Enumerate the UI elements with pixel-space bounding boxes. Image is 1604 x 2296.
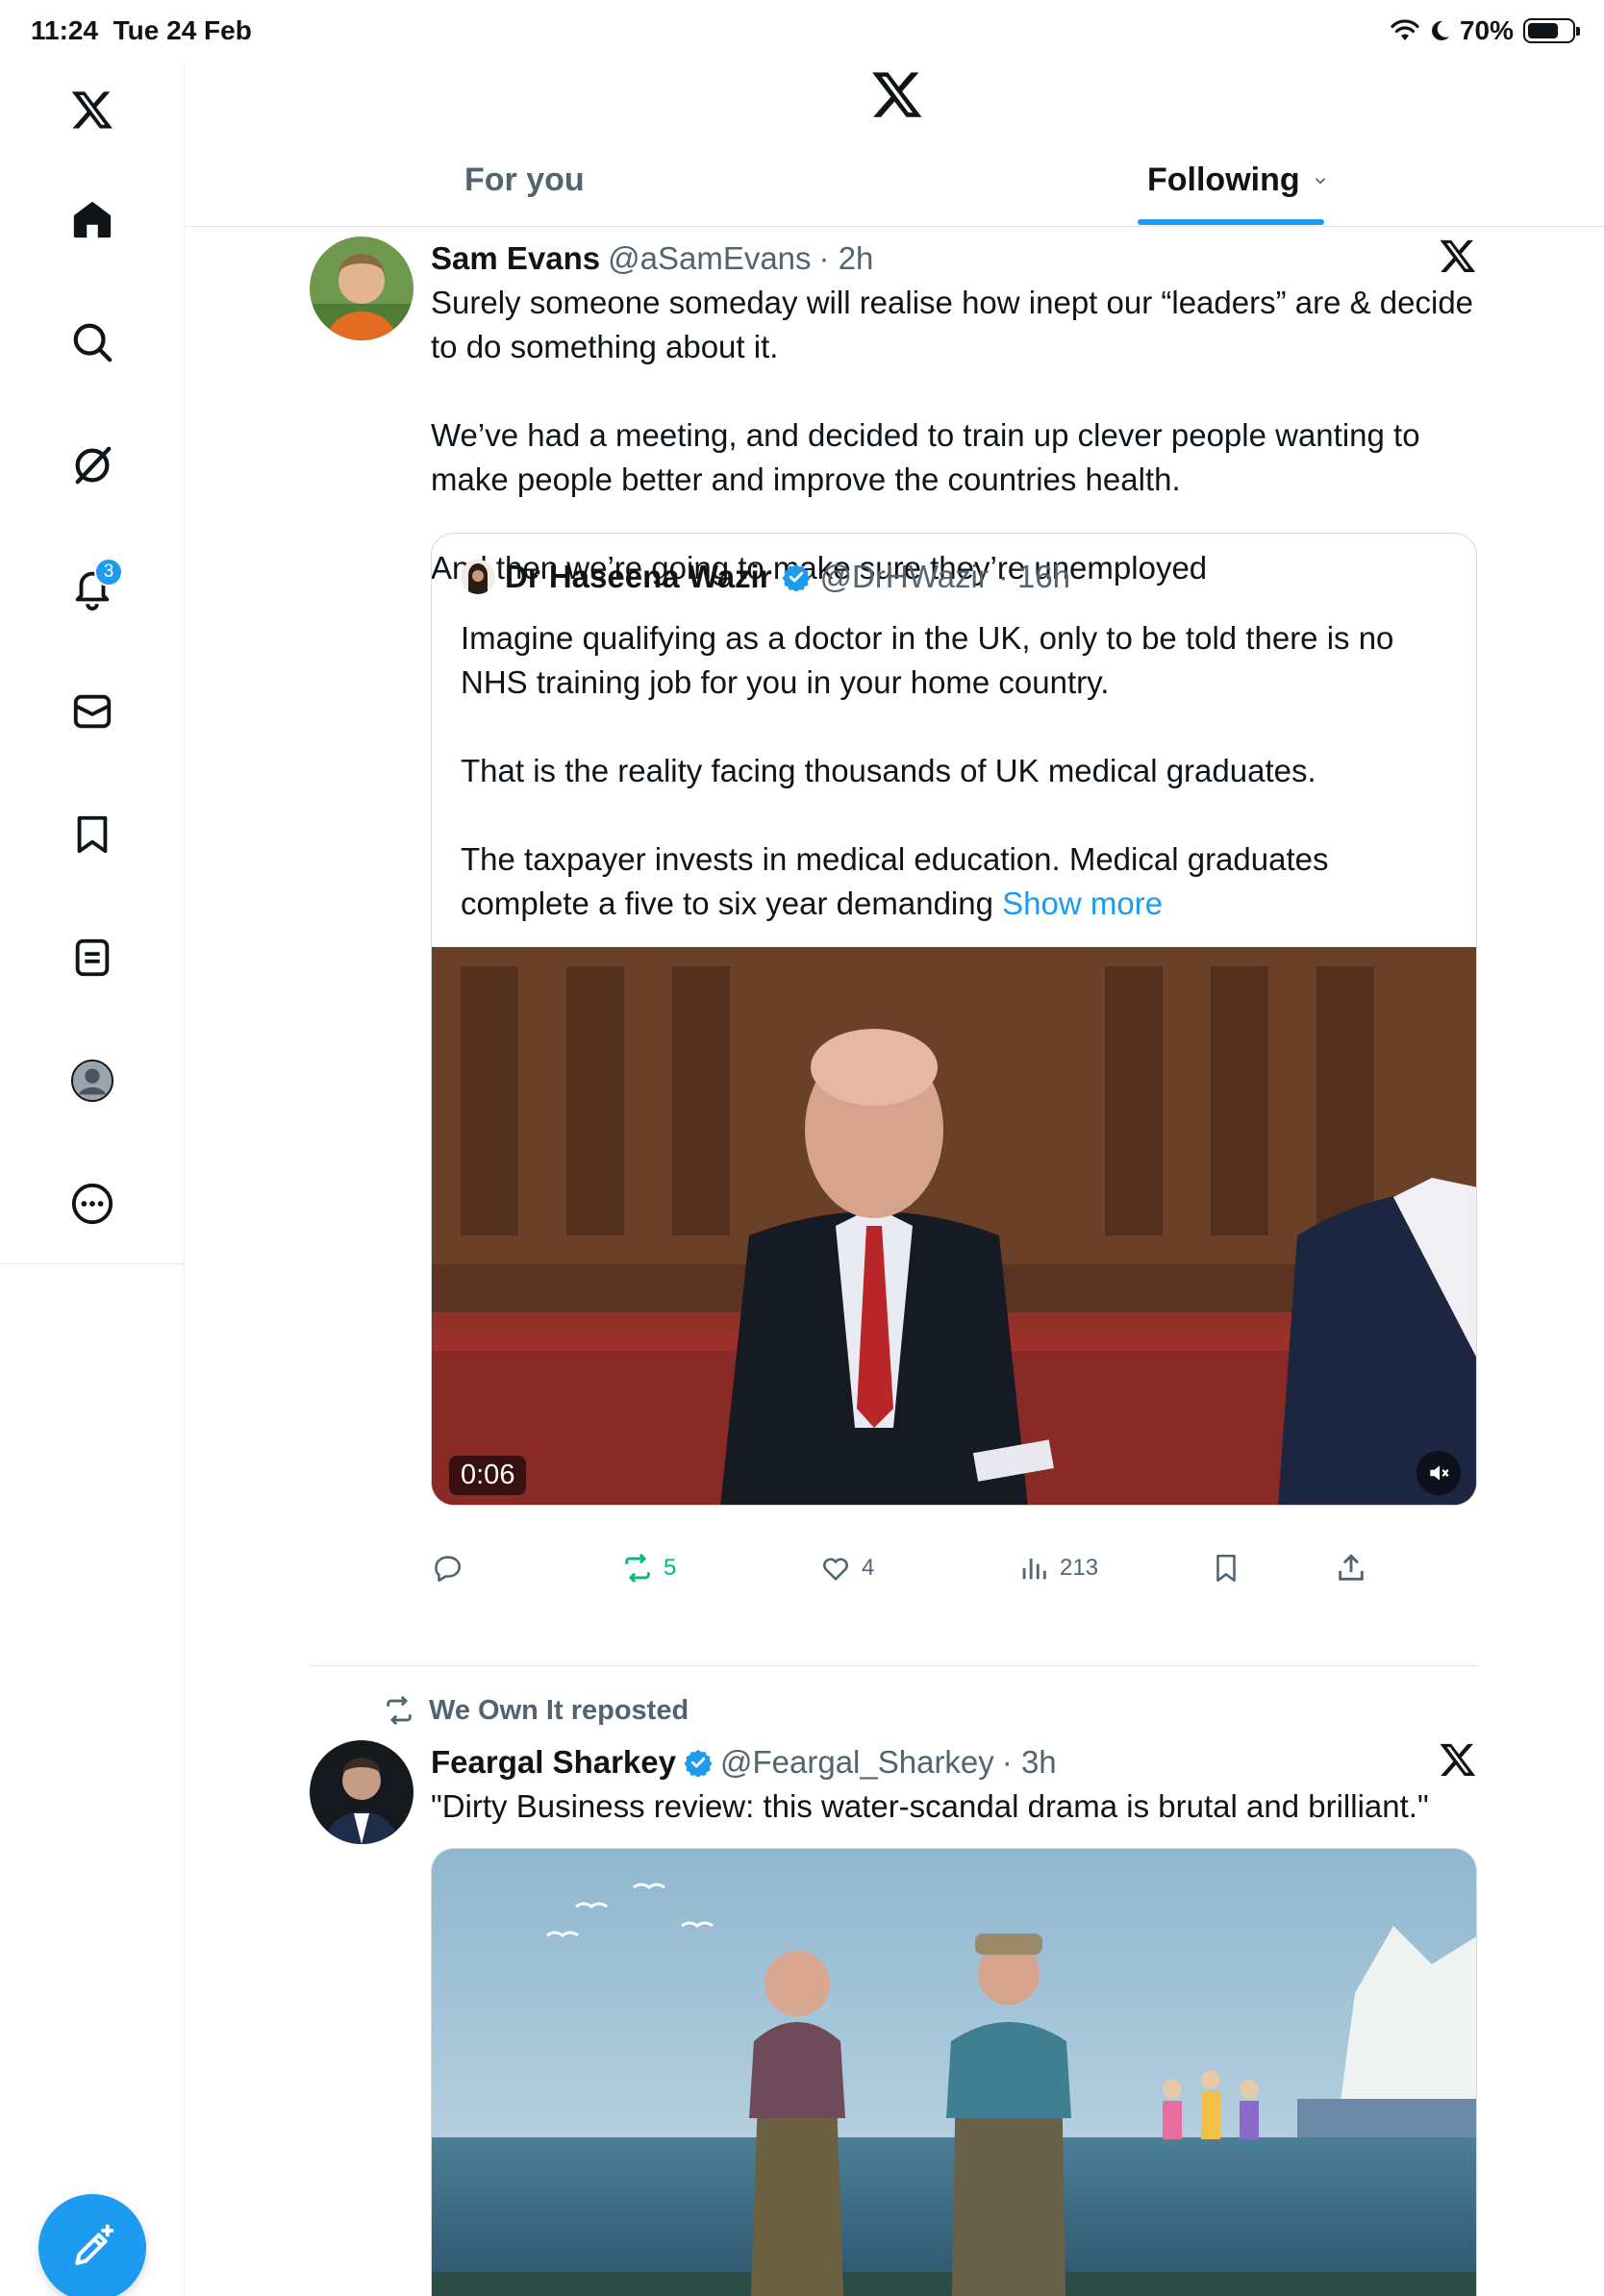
tweet-divider (310, 1665, 1477, 1666)
sidebar-item-home[interactable] (58, 185, 127, 254)
x-logo-icon[interactable] (58, 75, 127, 144)
views-count: 213 (1060, 1555, 1099, 1581)
lists-icon (75, 938, 110, 977)
quote-header: Dr Haseena Wazir @DrHWazir · 16h (461, 559, 1070, 595)
repost-by-label: We Own It reposted (429, 1694, 689, 1726)
views-icon (1022, 1559, 1046, 1580)
tweet[interactable]: Sam Evans @aSamEvans · 2h Surely someone… (310, 237, 1477, 1660)
sidebar-nav: 3 (0, 62, 185, 2296)
battery-percent: 70% (1459, 15, 1514, 45)
speaker-muted-icon (1430, 1465, 1449, 1481)
avatar[interactable] (310, 237, 414, 340)
author-handle[interactable]: @aSamEvans (608, 240, 811, 277)
status-indicators: 70% (1391, 15, 1580, 46)
show-more-link[interactable]: Show more (1002, 886, 1163, 921)
tweet-actions: 5 4 213 (431, 1552, 1392, 1594)
repost-icon (387, 1695, 412, 1726)
x-logo-icon (1440, 239, 1476, 272)
author-name[interactable]: Feargal Sharkey (431, 1744, 676, 1781)
quote-text-body: Imagine qualifying as a doctor in the UK… (461, 620, 1394, 921)
tweet-body: Feargal Sharkey @Feargal_Sharkey · 3h "D… (431, 1740, 1477, 1829)
tweet-text: "Dirty Business review: this water-scand… (431, 1788, 1429, 1824)
battery-level (1528, 23, 1558, 38)
repost-icon (625, 1553, 650, 1584)
video-player[interactable]: 0:06 (432, 947, 1476, 1505)
quote-time[interactable]: · 16h (998, 559, 1070, 595)
bookmark-button[interactable] (1210, 1552, 1242, 1585)
sidebar-divider (0, 1263, 185, 1264)
quote-tweet[interactable]: Dr Haseena Wazir @DrHWazir · 16h Imagine… (431, 533, 1477, 1506)
sidebar-item-profile[interactable] (58, 1046, 127, 1115)
repost-button[interactable]: 5 (621, 1552, 676, 1585)
tab-following[interactable]: Following (1147, 162, 1329, 199)
chevron-down-icon (1315, 177, 1325, 184)
tab-for-you[interactable]: For you (464, 162, 585, 199)
tweet[interactable]: Feargal Sharkey @Feargal_Sharkey · 3h "D… (310, 1740, 1477, 2296)
heart-icon (823, 1558, 848, 1581)
status-bar: 11:24 Tue 24 Feb 70% (0, 0, 1604, 62)
status-time: 11:24 Tue 24 Feb (31, 15, 252, 45)
tweet-header: Feargal Sharkey @Feargal_Sharkey · 3h (431, 1740, 1477, 1784)
notification-badge: 3 (94, 558, 123, 586)
author-name[interactable]: Sam Evans (431, 240, 600, 277)
tab-following-label: Following (1147, 162, 1300, 198)
mail-icon (73, 694, 112, 729)
quote-author-name[interactable]: Dr Haseena Wazir (505, 559, 772, 595)
sidebar-item-notifications[interactable]: 3 (58, 554, 127, 623)
tweet-image[interactable] (431, 1848, 1477, 2296)
sidebar-item-bookmarks[interactable] (58, 800, 127, 869)
sidebar-item-lists[interactable] (58, 923, 127, 992)
bookmark-icon (77, 815, 108, 854)
tweet-time[interactable]: · 2h (819, 240, 874, 277)
sidebar-item-more[interactable] (58, 1169, 127, 1238)
share-icon (1339, 1554, 1364, 1581)
wifi-icon (1391, 19, 1419, 40)
x-logo-icon[interactable] (870, 67, 924, 121)
tweet-header: Sam Evans @aSamEvans · 2h (431, 237, 1477, 281)
compose-button[interactable] (38, 2194, 146, 2296)
tweet-image-content (432, 1849, 1476, 2296)
video-thumbnail (432, 947, 1476, 1505)
quote-text: Imagine qualifying as a doctor in the UK… (461, 616, 1451, 926)
avatar[interactable] (310, 1740, 414, 1844)
profile-icon (70, 1059, 114, 1103)
bookmark-icon (1216, 1554, 1236, 1583)
home-icon (73, 201, 112, 238)
more-icon (71, 1183, 113, 1225)
x-logo-icon (1440, 1743, 1476, 1776)
like-count: 4 (862, 1555, 875, 1581)
sidebar-item-messages[interactable] (58, 677, 127, 746)
battery-icon (1523, 18, 1580, 43)
repost-indicator[interactable]: We Own It reposted (383, 1694, 689, 1727)
grok-icon (75, 446, 112, 485)
video-duration: 0:06 (449, 1456, 527, 1495)
sidebar-item-search[interactable] (58, 308, 127, 377)
author-handle[interactable]: @Feargal_Sharkey (720, 1744, 994, 1781)
views-button[interactable]: 213 (1017, 1552, 1098, 1585)
verified-badge-icon (782, 563, 811, 591)
active-tab-indicator (1138, 219, 1324, 225)
reply-button[interactable] (431, 1552, 473, 1585)
like-button[interactable]: 4 (819, 1552, 874, 1585)
compose-icon (75, 2224, 114, 2265)
mute-button[interactable] (1416, 1451, 1461, 1495)
verified-badge-icon (684, 1749, 713, 1777)
sidebar-item-grok[interactable] (58, 431, 127, 500)
quote-author-handle[interactable]: @DrHWazir (820, 559, 989, 595)
tweet-time[interactable]: · 3h (1002, 1744, 1057, 1781)
reply-icon (435, 1556, 461, 1583)
quote-avatar (461, 560, 495, 594)
timeline-header: For you Following (186, 62, 1604, 227)
share-button[interactable] (1335, 1552, 1367, 1585)
repost-count: 5 (664, 1555, 677, 1581)
search-icon (73, 323, 113, 362)
moon-icon (1431, 20, 1449, 40)
